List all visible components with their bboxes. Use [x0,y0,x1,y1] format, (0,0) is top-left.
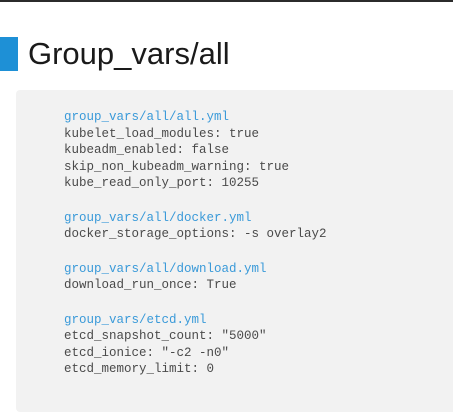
code-line: etcd_memory_limit: 0 [64,362,215,376]
title-row: Group_vars/all [0,36,230,72]
code-section-etcd: group_vars/etcd.yml etcd_snapshot_count:… [64,312,453,378]
code-block: group_vars/all/all.yml kubelet_load_modu… [16,90,453,412]
file-path: group_vars/all/download.yml [64,261,267,276]
file-path: group_vars/all/all.yml [64,110,230,124]
slide: Group_vars/all group_vars/all/all.yml ku… [0,0,453,419]
code-line: etcd_ionice: "-c2 -n0" [64,345,230,360]
code-section-docker: group_vars/all/docker.yml docker_storage… [64,210,453,243]
title-accent-bar [0,37,18,71]
code-line: docker_storage_options: -s overlay2 [64,227,327,241]
slide-title: Group_vars/all [28,36,230,71]
file-path: group_vars/etcd.yml [64,312,207,327]
code-section-all: group_vars/all/all.yml kubelet_load_modu… [64,109,453,192]
file-path: group_vars/all/docker.yml [64,210,252,225]
code-section-download: group_vars/all/download.yml download_run… [64,261,453,294]
top-divider [0,0,453,2]
code-line: kube_read_only_port: 10255 [64,176,260,190]
code-line: kubeadm_enabled: false [64,143,230,157]
code-line: download_run_once: True [64,278,237,292]
code-line: kubelet_load_modules: true [64,126,260,141]
code-line: etcd_snapshot_count: "5000" [64,329,267,343]
code-line: skip_non_kubeadm_warning: true [64,159,290,174]
